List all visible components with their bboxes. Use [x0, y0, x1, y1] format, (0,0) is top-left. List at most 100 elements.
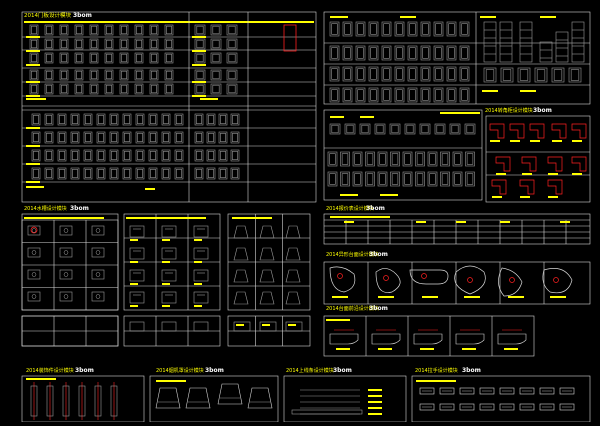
header-bar: [24, 21, 314, 23]
label-bar: [548, 173, 558, 175]
header-bar: [156, 380, 186, 382]
label-bar: [340, 194, 358, 196]
title-handles: 2014拉手设计模块: [415, 367, 458, 374]
label-bar: [192, 81, 206, 83]
table-value-bar: [560, 221, 570, 223]
header-bar: [326, 319, 350, 321]
label-bar: [200, 98, 218, 100]
label-bar: [192, 36, 206, 38]
label-bar: [368, 407, 382, 409]
label-bar: [26, 81, 40, 83]
label-bar: [192, 64, 206, 66]
header-bar: [126, 217, 206, 219]
label-bar: [520, 196, 530, 198]
label-bar: [510, 140, 520, 142]
brand-logo: 3bom: [369, 251, 388, 258]
label-bar: [368, 401, 382, 403]
header-bar: [416, 380, 456, 382]
label-bar: [26, 95, 40, 97]
table-value-bar: [416, 221, 426, 223]
label-bar: [162, 305, 170, 307]
label-bar: [130, 239, 138, 241]
label-bar: [496, 173, 506, 175]
label-bar: [194, 261, 202, 263]
label-bar: [130, 305, 138, 307]
label-bar: [26, 181, 40, 183]
label-bar: [145, 188, 155, 190]
label-bar: [26, 186, 44, 188]
table-value-bar: [456, 221, 466, 223]
brand-logo: 3bom: [462, 367, 481, 374]
label-bar: [162, 239, 170, 241]
label-bar: [378, 296, 394, 298]
header-bar: [330, 116, 344, 118]
label-bar: [482, 90, 498, 92]
label-bar: [262, 324, 270, 326]
label-bar: [194, 305, 202, 307]
label-bar: [504, 348, 518, 350]
label-bar: [162, 283, 170, 285]
label-bar: [530, 140, 540, 142]
brand-logo: 3bom: [205, 367, 224, 374]
label-bar: [194, 283, 202, 285]
brand-logo: 3bom: [366, 205, 385, 212]
header-bar: [330, 216, 390, 218]
title-range-hoods: 2014烟机罩设计模块: [156, 367, 204, 374]
label-bar: [508, 296, 524, 298]
label-bar: [26, 98, 46, 100]
label-bar: [192, 95, 206, 97]
label-bar: [368, 395, 382, 397]
brand-logo: 3bom: [333, 367, 352, 374]
label-bar: [368, 413, 382, 415]
label-bar: [552, 140, 562, 142]
label-bar: [26, 145, 40, 147]
brand-logo: 3bom: [75, 367, 94, 374]
brand-logo: 3bom: [533, 107, 552, 114]
label-bar: [422, 296, 438, 298]
brand-logo: 3bom: [369, 305, 388, 312]
header-bar: [540, 16, 556, 18]
label-bar: [548, 196, 558, 198]
title-upper-lines: 2014上线条设计模块: [286, 367, 334, 374]
label-bar: [26, 127, 40, 129]
label-bar: [490, 140, 500, 142]
label-bar: [464, 296, 480, 298]
header-bar: [26, 378, 56, 380]
label-bar: [130, 261, 138, 263]
brand-logo: 3bom: [70, 205, 89, 212]
label-bar: [550, 296, 566, 298]
header-bar: [360, 116, 374, 118]
table-value-bar: [500, 221, 510, 223]
label-bar: [26, 36, 40, 38]
label-bar: [378, 348, 392, 350]
header-bar: [330, 16, 348, 18]
title-corner-cabinets: 2014转角柜设计模块: [485, 107, 533, 114]
cad-drawing-canvas: 2014门板设计模块 3bom 2014转角柜设计模块 3bom 2014水槽设…: [0, 0, 600, 423]
label-bar: [26, 50, 40, 52]
brand-logo: 3bom: [73, 12, 92, 19]
label-bar: [336, 348, 350, 350]
label-bar: [288, 324, 296, 326]
label-bar: [520, 90, 536, 92]
label-bar: [572, 140, 582, 142]
cad-drawing: 2014门板设计模块 3bom 2014转角柜设计模块 3bom 2014水槽设…: [0, 0, 600, 423]
label-bar: [332, 296, 348, 298]
header-bar: [24, 217, 104, 219]
label-bar: [420, 348, 434, 350]
label-bar: [130, 283, 138, 285]
header-bar: [400, 16, 416, 18]
title-decorations: 2014装饰件设计模块: [26, 367, 74, 374]
label-bar: [522, 173, 532, 175]
label-bar: [26, 163, 40, 165]
header-bar: [232, 217, 272, 219]
label-bar: [194, 239, 202, 241]
label-bar: [368, 389, 382, 391]
label-bar: [236, 324, 244, 326]
label-bar: [26, 64, 40, 66]
label-bar: [380, 194, 398, 196]
table-value-bar: [344, 221, 354, 223]
label-bar: [192, 50, 206, 52]
header-bar: [480, 16, 496, 18]
label-bar: [572, 173, 582, 175]
title-sinks: 2014水槽设计模块: [24, 205, 67, 212]
